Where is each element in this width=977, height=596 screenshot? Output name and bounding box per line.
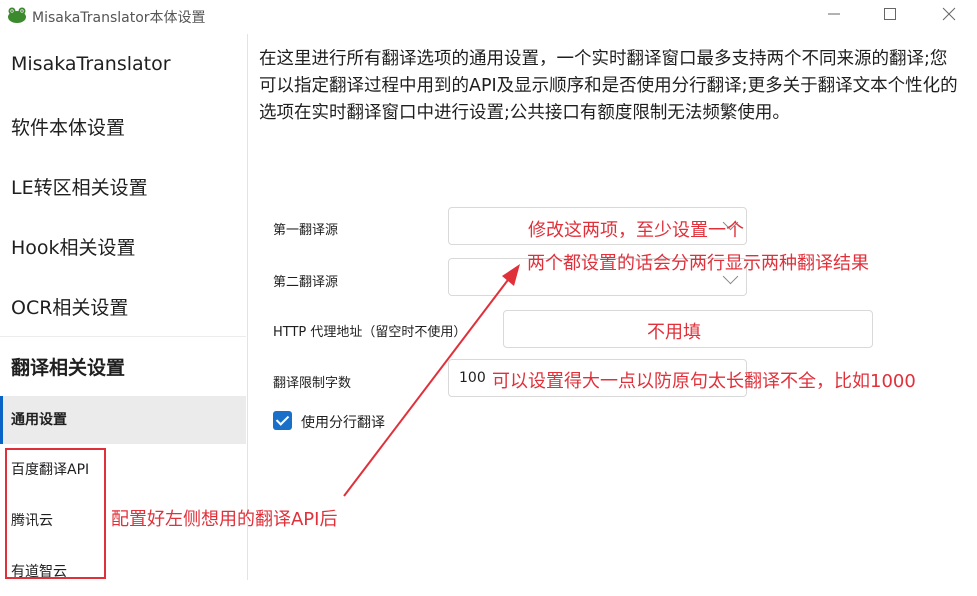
annotation-arrow-icon	[343, 264, 520, 497]
